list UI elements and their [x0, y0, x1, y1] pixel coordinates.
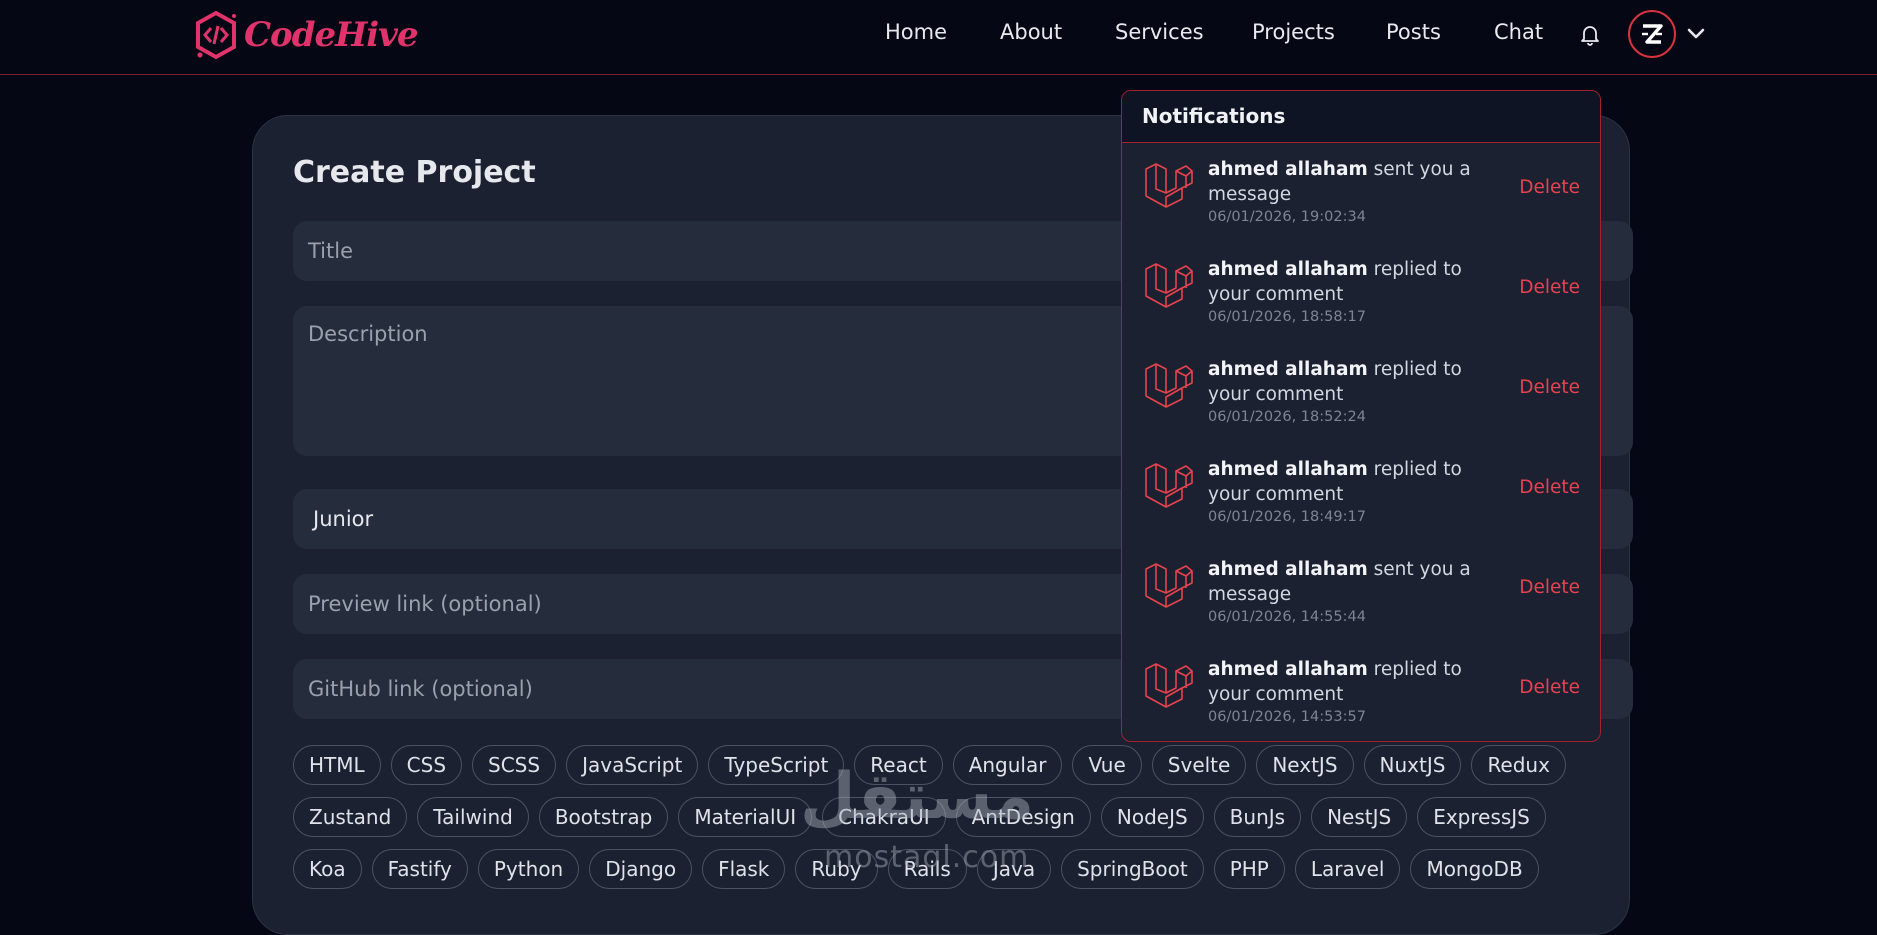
code-hexagon-icon: [196, 10, 236, 60]
user-avatar[interactable]: [1628, 10, 1676, 58]
notification-text: ahmed allaham sent you a message: [1208, 157, 1508, 207]
tag-chip[interactable]: MaterialUI: [678, 797, 813, 837]
delete-button[interactable]: Delete: [1519, 677, 1580, 698]
notification-user: ahmed allaham: [1208, 259, 1368, 280]
notification-item[interactable]: ahmed allaham sent you a message 06/01/2…: [1122, 543, 1600, 643]
tag-chip[interactable]: PHP: [1213, 849, 1285, 889]
laravel-icon: [1145, 463, 1193, 508]
tag-chip[interactable]: Flask: [702, 849, 786, 889]
delete-button[interactable]: Delete: [1519, 577, 1580, 598]
notification-time: 06/01/2026, 14:55:44: [1208, 609, 1366, 625]
tag-chip[interactable]: MongoDB: [1410, 849, 1539, 889]
delete-button[interactable]: Delete: [1519, 377, 1580, 398]
notification-item[interactable]: ahmed allaham sent you a message 06/01/2…: [1122, 143, 1600, 243]
notification-user: ahmed allaham: [1208, 459, 1368, 480]
notification-time: 06/01/2026, 18:58:17: [1208, 309, 1366, 325]
delete-button[interactable]: Delete: [1519, 477, 1580, 498]
laravel-icon: [1145, 563, 1193, 608]
laravel-icon: [1145, 663, 1193, 708]
notification-time: 06/01/2026, 18:49:17: [1208, 509, 1366, 525]
bell-icon[interactable]: [1578, 22, 1602, 46]
tag-chip[interactable]: JavaScript: [566, 745, 699, 785]
tag-chip[interactable]: Vue: [1072, 745, 1142, 785]
page-title: Create Project: [293, 155, 536, 190]
tag-chip[interactable]: Tailwind: [417, 797, 529, 837]
laravel-icon: [1145, 263, 1193, 308]
tag-chip[interactable]: BunJs: [1213, 797, 1302, 837]
notification-time: 06/01/2026, 18:52:24: [1208, 409, 1366, 425]
notification-text: ahmed allaham replied to your comment: [1208, 657, 1508, 707]
notification-user: ahmed allaham: [1208, 159, 1368, 180]
notification-item[interactable]: ahmed allaham replied to your comment 06…: [1122, 343, 1600, 443]
watermark-latin: mostaql.com: [824, 840, 1030, 875]
nav-projects[interactable]: Projects: [1252, 20, 1335, 44]
tag-chip[interactable]: SpringBoot: [1061, 849, 1204, 889]
watermark-arabic: مستقل: [800, 760, 1035, 834]
notification-item[interactable]: ahmed allaham replied to your comment 06…: [1122, 643, 1600, 741]
brand-name: CodeHive: [244, 15, 419, 55]
top-navbar: CodeHive Home About Services Projects Po…: [0, 0, 1877, 75]
tag-chip[interactable]: NextJS: [1256, 745, 1354, 785]
tag-chip[interactable]: NodeJS: [1100, 797, 1204, 837]
chevron-down-icon[interactable]: [1686, 24, 1706, 44]
tag-chip[interactable]: Python: [477, 849, 580, 889]
tag-chip[interactable]: Svelte: [1151, 745, 1247, 785]
nav-services[interactable]: Services: [1115, 20, 1204, 44]
tag-chip[interactable]: HTML: [293, 745, 381, 785]
tag-chip[interactable]: Koa: [293, 849, 362, 889]
notification-text: ahmed allaham replied to your comment: [1208, 457, 1508, 507]
tag-chip[interactable]: NuxtJS: [1363, 745, 1462, 785]
tag-chip[interactable]: ExpressJS: [1417, 797, 1546, 837]
notification-text: ahmed allaham replied to your comment: [1208, 357, 1508, 407]
notification-user: ahmed allaham: [1208, 359, 1368, 380]
notification-item[interactable]: ahmed allaham replied to your comment 06…: [1122, 243, 1600, 343]
delete-button[interactable]: Delete: [1519, 277, 1580, 298]
laravel-icon: [1145, 163, 1193, 208]
delete-button[interactable]: Delete: [1519, 177, 1580, 198]
brand-logo[interactable]: CodeHive: [194, 6, 419, 64]
notifications-title: Notifications: [1122, 91, 1600, 143]
notification-user: ahmed allaham: [1208, 659, 1368, 680]
laravel-icon: [1145, 363, 1193, 408]
tag-chip[interactable]: Bootstrap: [538, 797, 669, 837]
notification-text: ahmed allaham replied to your comment: [1208, 257, 1508, 307]
tag-chip[interactable]: NestJS: [1311, 797, 1408, 837]
tag-chip[interactable]: Django: [589, 849, 693, 889]
avatar-logo-icon: [1642, 24, 1663, 44]
nav-about[interactable]: About: [1000, 20, 1062, 44]
tag-chip[interactable]: CSS: [390, 745, 463, 785]
tag-chip[interactable]: Zustand: [293, 797, 408, 837]
notification-text: ahmed allaham sent you a message: [1208, 557, 1508, 607]
notification-time: 06/01/2026, 14:53:57: [1208, 709, 1366, 725]
tag-chip[interactable]: Redux: [1471, 745, 1566, 785]
tag-chip[interactable]: Laravel: [1294, 849, 1401, 889]
notification-user: ahmed allaham: [1208, 559, 1368, 580]
notification-item[interactable]: ahmed allaham replied to your comment 06…: [1122, 443, 1600, 543]
watermark: مستقل mostaql.com: [800, 760, 1035, 875]
nav-home[interactable]: Home: [885, 20, 947, 44]
tag-chip[interactable]: Fastify: [371, 849, 468, 889]
nav-posts[interactable]: Posts: [1386, 20, 1441, 44]
nav-chat[interactable]: Chat: [1494, 20, 1543, 44]
notification-time: 06/01/2026, 19:02:34: [1208, 209, 1366, 225]
notifications-dropdown: Notifications ahmed allaham sent you a m…: [1121, 90, 1601, 742]
tag-chip[interactable]: SCSS: [472, 745, 557, 785]
